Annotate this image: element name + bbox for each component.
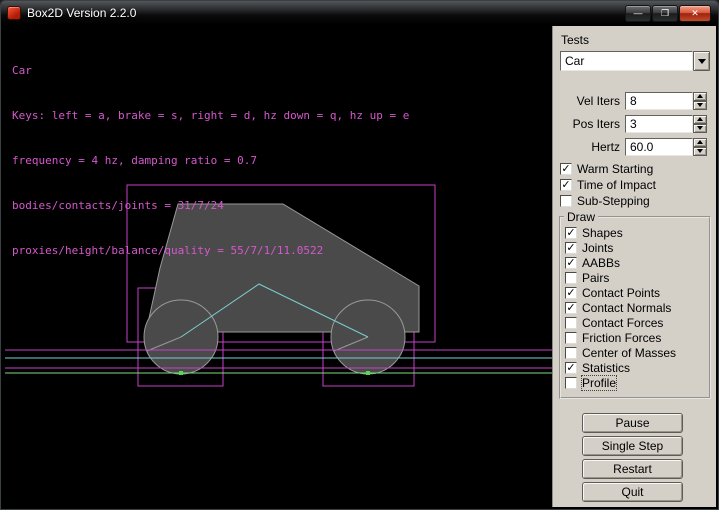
window-icon: [7, 6, 21, 20]
vel-iters-input[interactable]: 8: [625, 92, 693, 110]
vel-iters-up-button[interactable]: [693, 92, 707, 101]
control-panel: Tests Car Vel Iters 8 Pos Iters: [552, 26, 716, 507]
hertz-label: Hertz: [553, 140, 625, 154]
checkbox-joints[interactable]: Joints: [561, 240, 709, 255]
statistics-checkbox-icon[interactable]: [565, 362, 577, 374]
contact-forces-label: Contact Forces: [582, 316, 663, 330]
debug-line-bodies: bodies/contacts/joints = 31/7/24: [12, 198, 409, 213]
warm-starting-checkbox-icon[interactable]: [560, 163, 572, 175]
close-button[interactable]: ✕: [679, 5, 711, 22]
minimize-icon: —: [634, 9, 643, 18]
shapes-checkbox-icon[interactable]: [565, 227, 577, 239]
window-title: Box2D Version 2.2.0: [27, 6, 624, 20]
contact-normals-label: Contact Normals: [582, 301, 671, 315]
tests-label: Tests: [561, 33, 716, 47]
maximize-button[interactable]: ❐: [652, 5, 678, 22]
quit-button[interactable]: Quit: [582, 482, 683, 502]
contact-points-checkbox-icon[interactable]: [565, 287, 577, 299]
pause-button[interactable]: Pause: [582, 413, 683, 433]
checkbox-center-of-masses[interactable]: Center of Masses: [561, 345, 709, 360]
statistics-label: Statistics: [582, 361, 630, 375]
pos-iters-label: Pos Iters: [553, 117, 625, 131]
close-icon: ✕: [691, 9, 699, 18]
vel-iters-arrows: [693, 92, 707, 110]
hertz-up-button[interactable]: [693, 138, 707, 147]
single-step-button[interactable]: Single Step: [582, 436, 683, 456]
aabbs-checkbox-icon[interactable]: [565, 257, 577, 269]
minimize-button[interactable]: —: [625, 5, 651, 22]
pos-iters-up-button[interactable]: [693, 115, 707, 124]
hertz-spinner: Hertz 60.0: [553, 135, 716, 158]
checkbox-pairs[interactable]: Pairs: [561, 270, 709, 285]
box2d-window: Box2D Version 2.2.0 — ❐ ✕ Car Keys: left…: [0, 0, 719, 510]
front-contact-point: [366, 371, 370, 375]
test-select-value[interactable]: Car: [560, 51, 693, 71]
pos-iters-down-button[interactable]: [693, 124, 707, 133]
checkbox-contact-normals[interactable]: Contact Normals: [561, 300, 709, 315]
debug-line-frequency: frequency = 4 hz, damping ratio = 0.7: [12, 153, 409, 168]
time-of-impact-label: Time of Impact: [577, 178, 656, 192]
simulation-canvas[interactable]: Car Keys: left = a, brake = s, right = d…: [5, 26, 552, 507]
warm-starting-label: Warm Starting: [577, 162, 653, 176]
test-select[interactable]: Car: [560, 51, 710, 71]
draw-group-label: Draw: [564, 210, 598, 224]
checkbox-aabbs[interactable]: AABBs: [561, 255, 709, 270]
restart-button[interactable]: Restart: [582, 459, 683, 479]
friction-forces-checkbox-icon[interactable]: [565, 332, 577, 344]
vel-iters-label: Vel Iters: [553, 94, 625, 108]
friction-forces-label: Friction Forces: [582, 331, 661, 345]
iteration-settings: Vel Iters 8 Pos Iters 3 Hert: [553, 89, 716, 158]
checkbox-time-of-impact[interactable]: Time of Impact: [553, 177, 716, 193]
pos-iters-input[interactable]: 3: [625, 115, 693, 133]
checkbox-friction-forces[interactable]: Friction Forces: [561, 330, 709, 345]
window-controls: — ❐ ✕: [624, 5, 711, 22]
draw-group: Draw Shapes Joints AABBs Pairs: [559, 210, 711, 399]
checkbox-contact-forces[interactable]: Contact Forces: [561, 315, 709, 330]
action-buttons: Pause Single Step Restart Quit: [553, 413, 716, 502]
debug-line-title: Car: [12, 63, 409, 78]
contact-normals-checkbox-icon[interactable]: [565, 302, 577, 314]
joints-label: Joints: [582, 241, 613, 255]
debug-line-keys: Keys: left = a, brake = s, right = d, hz…: [12, 108, 409, 123]
hertz-input[interactable]: 60.0: [625, 138, 693, 156]
checkbox-profile[interactable]: Profile: [561, 375, 709, 390]
pos-iters-spinner: Pos Iters 3: [553, 112, 716, 135]
joints-checkbox-icon[interactable]: [565, 242, 577, 254]
hertz-down-button[interactable]: [693, 147, 707, 156]
checkbox-shapes[interactable]: Shapes: [561, 225, 709, 240]
profile-checkbox-icon[interactable]: [565, 377, 577, 389]
contact-forces-checkbox-icon[interactable]: [565, 317, 577, 329]
checkbox-contact-points[interactable]: Contact Points: [561, 285, 709, 300]
test-select-dropdown-button[interactable]: [693, 51, 710, 71]
checkbox-sub-stepping[interactable]: Sub-Stepping: [553, 193, 716, 209]
checkbox-statistics[interactable]: Statistics: [561, 360, 709, 375]
debug-line-proxies: proxies/height/balance/quality = 55/7/1/…: [12, 243, 409, 258]
maximize-icon: ❐: [661, 9, 669, 18]
hertz-arrows: [693, 138, 707, 156]
contact-points-label: Contact Points: [582, 286, 660, 300]
pairs-checkbox-icon[interactable]: [565, 272, 577, 284]
shapes-label: Shapes: [582, 226, 623, 240]
center-of-masses-label: Center of Masses: [582, 346, 676, 360]
time-of-impact-checkbox-icon[interactable]: [560, 179, 572, 191]
center-of-masses-checkbox-icon[interactable]: [565, 347, 577, 359]
debug-text: Car Keys: left = a, brake = s, right = d…: [12, 33, 409, 288]
pairs-label: Pairs: [582, 271, 609, 285]
checkbox-warm-starting[interactable]: Warm Starting: [553, 161, 716, 177]
rear-contact-point: [179, 371, 183, 375]
titlebar[interactable]: Box2D Version 2.2.0 — ❐ ✕: [1, 1, 718, 26]
aabbs-label: AABBs: [582, 256, 620, 270]
vel-iters-down-button[interactable]: [693, 101, 707, 110]
solver-options: Warm Starting Time of Impact Sub-Steppin…: [553, 161, 716, 209]
pos-iters-arrows: [693, 115, 707, 133]
profile-label: Profile: [582, 376, 616, 390]
vel-iters-spinner: Vel Iters 8: [553, 89, 716, 112]
sub-stepping-checkbox-icon[interactable]: [560, 195, 572, 207]
sub-stepping-label: Sub-Stepping: [577, 194, 650, 208]
